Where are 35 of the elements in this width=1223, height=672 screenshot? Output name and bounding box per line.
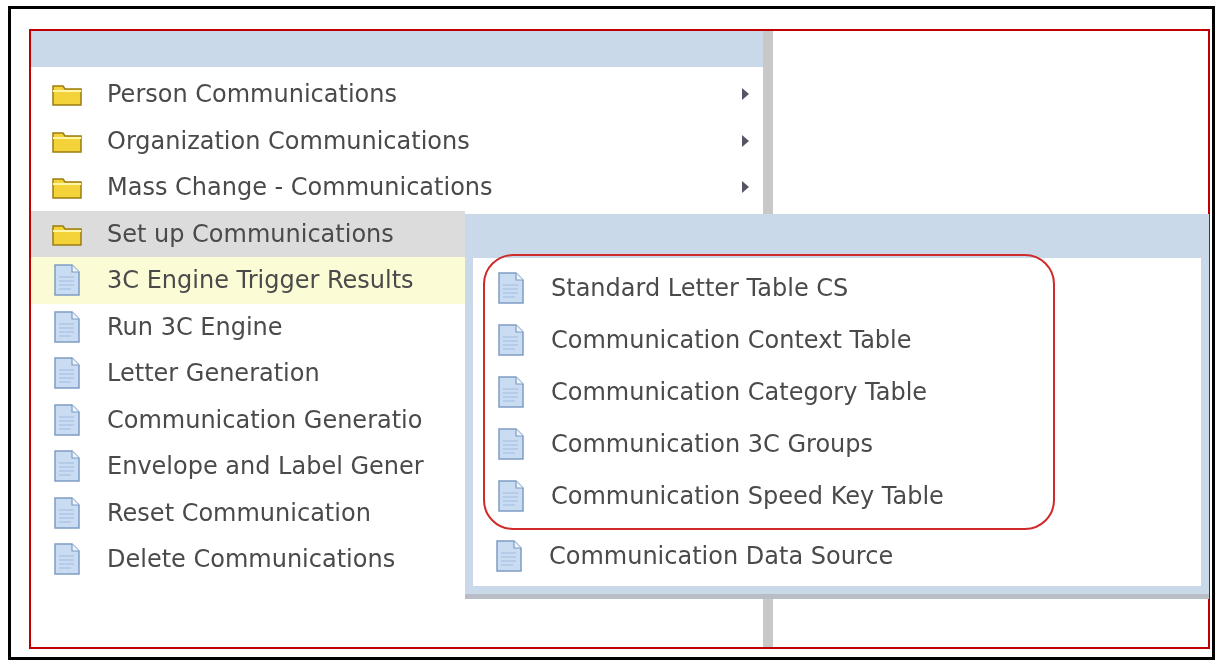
menu-item[interactable]: Letter Generation — [31, 350, 465, 397]
menu-item[interactable]: Mass Change - Communications — [31, 164, 763, 211]
menu-item[interactable]: Standard Letter Table CS — [475, 262, 1053, 314]
menu-item[interactable]: Communication Data Source — [473, 530, 1201, 582]
submenu-arrow-icon — [742, 181, 749, 194]
document-icon — [54, 310, 80, 343]
document-icon — [498, 324, 524, 356]
menu-item[interactable]: Communication Generatio — [31, 396, 465, 443]
menu-item[interactable]: Run 3C Engine — [31, 303, 465, 350]
document-icon — [54, 450, 80, 483]
menu-item[interactable]: Organization Communications — [31, 117, 763, 164]
submenu-arrow-icon — [742, 134, 749, 147]
document-icon — [496, 540, 522, 572]
menu-item[interactable]: Communication Context Table — [475, 314, 1053, 366]
menu-item[interactable]: Reset Communication — [31, 489, 465, 536]
folder-icon — [52, 82, 82, 107]
folder-icon — [52, 175, 82, 200]
menu-item[interactable]: Envelope and Label Gener — [31, 443, 465, 490]
menu-item[interactable]: Set up Communications — [31, 210, 465, 257]
menu-item[interactable]: 3C Engine Trigger Results — [31, 257, 465, 304]
menu-item[interactable]: Person Communications — [31, 71, 763, 118]
document-icon — [54, 496, 80, 529]
document-icon — [498, 376, 524, 408]
menu-item[interactable]: Communication Speed Key Table — [475, 470, 1053, 522]
menu-item[interactable]: Communication Category Table — [475, 366, 1053, 418]
document-icon — [498, 272, 524, 304]
submenu-arrow-icon — [742, 88, 749, 101]
menu-item[interactable]: Delete Communications — [31, 536, 465, 583]
document-icon — [498, 428, 524, 460]
menu-item[interactable]: Communication 3C Groups — [475, 418, 1053, 470]
document-icon — [54, 543, 80, 576]
document-icon — [54, 357, 80, 390]
document-icon — [498, 480, 524, 512]
document-icon — [54, 403, 80, 436]
document-icon — [54, 264, 80, 297]
